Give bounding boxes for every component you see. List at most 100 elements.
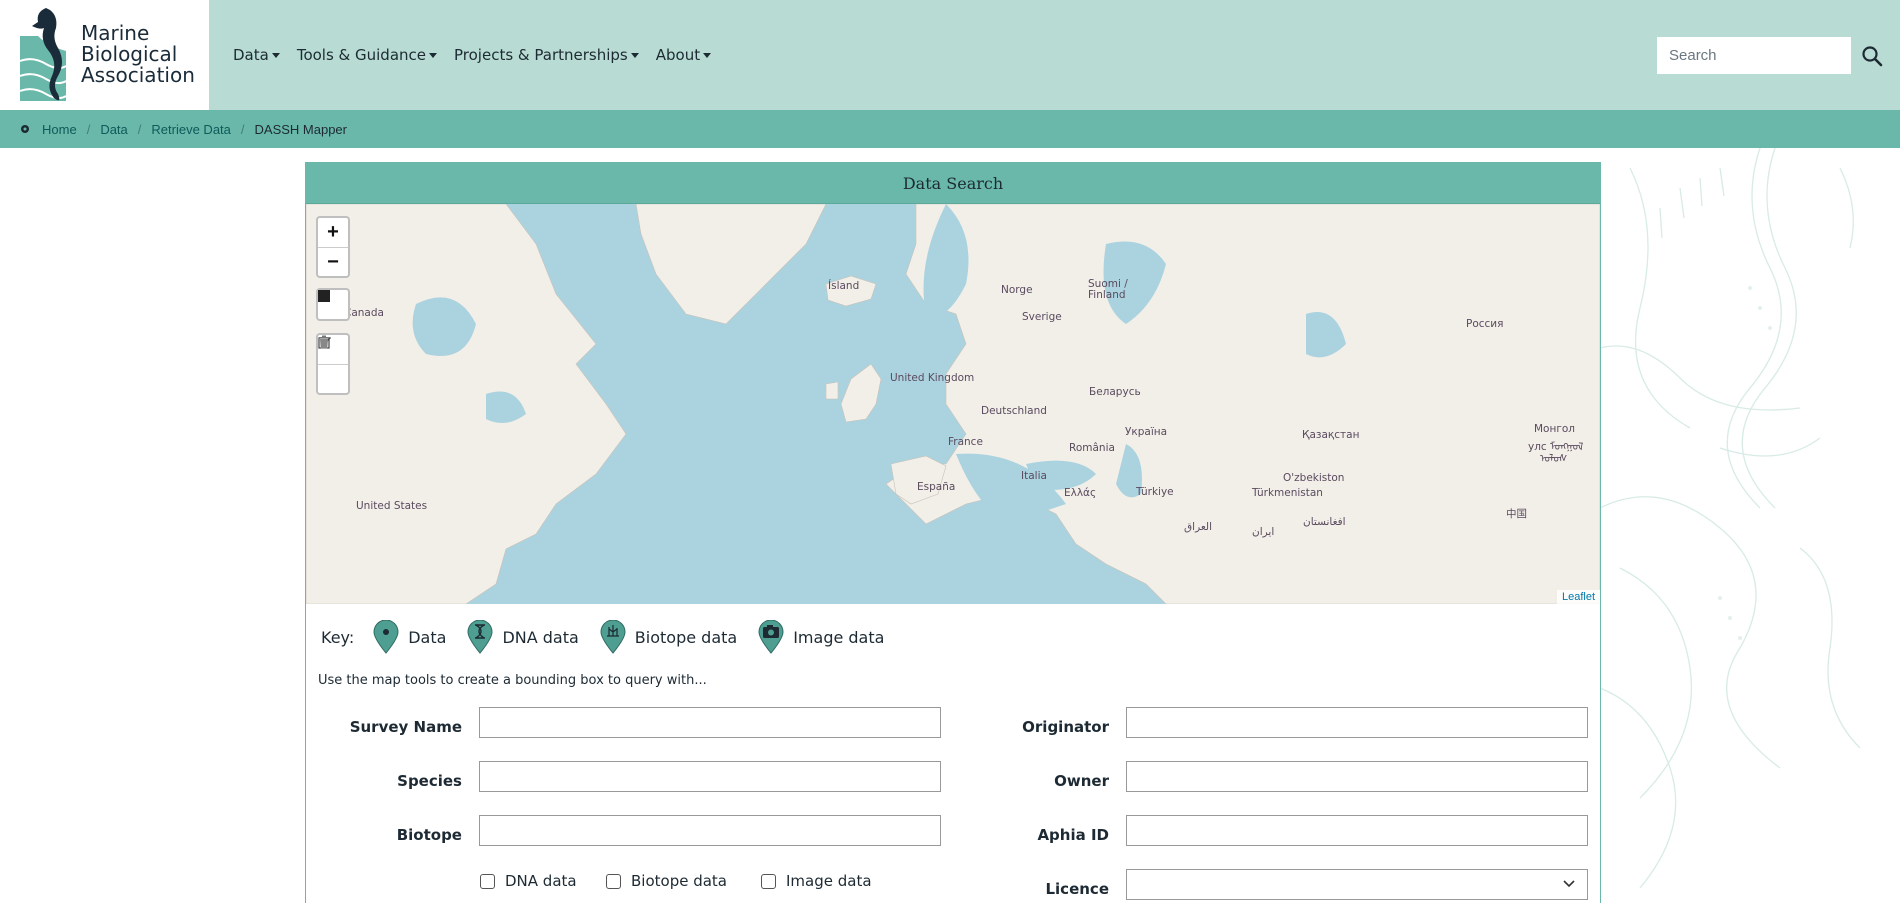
map-label: Қазақстан <box>1302 429 1360 441</box>
logo-line: Biological <box>81 42 178 66</box>
map-tiles <box>306 204 1600 604</box>
checkbox-box[interactable] <box>480 873 495 889</box>
map-key: Key: Data DNA data Biotope data Image da… <box>321 620 904 654</box>
breadcrumb-retrieve-data[interactable]: Retrieve Data <box>151 122 230 137</box>
map[interactable]: Canada Ísland Norge Suomi / Finland Sver… <box>306 204 1600 604</box>
map-label: ایران <box>1252 526 1275 538</box>
key-item-biotope: Biotope data <box>599 620 737 654</box>
map-tools-hint: Use the map tools to create a bounding b… <box>318 673 707 688</box>
breadcrumb-data[interactable]: Data <box>100 122 127 137</box>
zoom-out-button[interactable]: − <box>318 247 348 276</box>
logo-text: Marine Biological Association <box>81 23 195 86</box>
nav-label: Projects & Partnerships <box>454 46 628 64</box>
map-label: Türkmenistan <box>1252 487 1323 499</box>
zoom-in-button[interactable]: + <box>318 218 348 247</box>
nav-label: About <box>655 46 701 64</box>
breadcrumb-separator: / <box>137 121 142 137</box>
image-data-checkbox[interactable]: Image data <box>761 872 872 890</box>
map-label: Монгол <box>1534 423 1576 435</box>
seahorse-logo-icon <box>19 8 67 101</box>
breadcrumb-separator: / <box>240 121 245 137</box>
chevron-down-icon <box>1563 880 1575 888</box>
key-label: DNA data <box>502 627 579 647</box>
map-label: Norge <box>1001 284 1033 296</box>
species-label: Species <box>397 772 462 790</box>
nav-label: Tools & Guidance <box>296 46 427 64</box>
map-label: United Kingdom <box>890 372 975 384</box>
checkbox-label: Biotope data <box>631 872 727 890</box>
map-label: Россия <box>1466 318 1504 330</box>
licence-select[interactable] <box>1126 869 1588 900</box>
key-item-data: Data <box>372 620 446 654</box>
key-label: Biotope data <box>634 627 738 647</box>
map-label: ᠤᠯᠤᠰ <box>1540 453 1568 465</box>
aphia-id-input[interactable] <box>1126 815 1588 846</box>
caret-down-icon <box>429 53 438 58</box>
leaflet-attribution-link[interactable]: Leaflet <box>1556 590 1600 604</box>
originator-input[interactable] <box>1126 707 1588 738</box>
search-icon[interactable] <box>1860 44 1884 68</box>
main-nav: Data Tools & Guidance Projects & Partner… <box>233 46 728 64</box>
biotope-data-checkbox[interactable]: Biotope data <box>606 872 727 890</box>
checkbox-label: Image data <box>786 872 872 890</box>
trash-icon <box>319 335 329 349</box>
map-label: Deutschland <box>981 405 1047 417</box>
map-label: Italia <box>1021 470 1047 482</box>
nav-item-projects-partnerships[interactable]: Projects & Partnerships <box>454 46 639 64</box>
map-label: افغانستان <box>1303 516 1346 528</box>
key-label: Data <box>408 627 447 647</box>
nav-item-about[interactable]: About <box>655 46 712 64</box>
map-label: España <box>917 481 956 493</box>
map-label: 中国 <box>1506 508 1527 520</box>
logo-line: Marine <box>81 21 150 45</box>
nav-label: Data <box>233 46 269 64</box>
edit-control <box>316 333 350 395</box>
key-title: Key: <box>321 627 355 647</box>
zoom-control: + − <box>316 216 350 278</box>
survey-name-label: Survey Name <box>349 718 462 736</box>
breadcrumb-current: DASSH Mapper <box>254 121 347 137</box>
map-label: Беларусь <box>1089 386 1141 398</box>
checkbox-label: DNA data <box>505 872 577 890</box>
dna-data-checkbox[interactable]: DNA data <box>480 872 577 890</box>
caret-down-icon <box>630 53 639 58</box>
map-label: Türkiye <box>1136 486 1174 498</box>
dna-marker-icon <box>467 620 493 654</box>
caret-down-icon <box>703 53 712 58</box>
survey-name-input[interactable] <box>479 707 941 738</box>
delete-layers-button[interactable] <box>318 335 348 393</box>
breadcrumb-home[interactable]: Home <box>42 122 77 137</box>
licence-label: Licence <box>1045 880 1109 898</box>
nav-item-tools-guidance[interactable]: Tools & Guidance <box>296 46 438 64</box>
map-label: العراق <box>1184 521 1213 533</box>
aphia-id-label: Aphia ID <box>1037 826 1109 844</box>
biotope-label: Biotope <box>396 826 462 844</box>
map-label: Ísland <box>828 280 860 292</box>
biotope-input[interactable] <box>479 815 941 846</box>
checkbox-box[interactable] <box>606 873 621 889</box>
nav-item-data[interactable]: Data <box>233 46 280 64</box>
key-item-image: Image data <box>757 620 884 654</box>
logo-line: Association <box>81 63 195 87</box>
key-item-dna: DNA data <box>466 620 579 654</box>
checkbox-box[interactable] <box>761 873 776 889</box>
draw-rectangle-button[interactable] <box>318 290 348 319</box>
species-input[interactable] <box>479 761 941 792</box>
map-label: Finland <box>1088 289 1126 301</box>
breadcrumb: Home / Data / Retrieve Data / DASSH Mapp… <box>0 110 1900 148</box>
map-label: România <box>1069 442 1115 454</box>
owner-input[interactable] <box>1126 761 1588 792</box>
map-label: United States <box>356 500 428 512</box>
map-label: France <box>948 436 983 448</box>
data-search-panel: Data Search Canada Ísland Norge Suomi / … <box>305 162 1601 903</box>
data-marker-icon <box>373 620 399 654</box>
search-input[interactable] <box>1657 37 1851 74</box>
site-header: Marine Biological Association Data Tools… <box>0 0 1900 110</box>
owner-label: Owner <box>1054 772 1109 790</box>
square-icon <box>318 290 330 302</box>
logo[interactable]: Marine Biological Association <box>0 0 209 110</box>
originator-label: Originator <box>1022 718 1109 736</box>
background-seahorse-illustration <box>1600 148 1861 889</box>
camera-marker-icon <box>758 620 784 654</box>
panel-title: Data Search <box>306 163 1600 204</box>
